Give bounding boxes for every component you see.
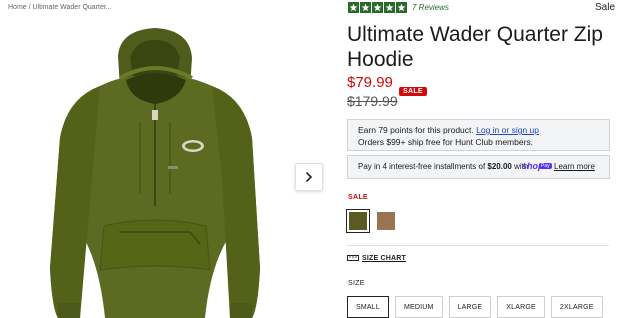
sale-badge: SALE bbox=[399, 87, 427, 96]
reviews-link[interactable]: 7 Reviews bbox=[412, 3, 449, 12]
installments-prefix: Pay in 4 interest-free installments of bbox=[358, 162, 488, 171]
swatch-fill-olive bbox=[349, 212, 367, 230]
original-price: $179.99 bbox=[347, 93, 398, 109]
ruler-icon bbox=[347, 255, 359, 261]
product-image bbox=[50, 28, 260, 318]
size-options: SMALL MEDIUM LARGE XLARGE 2XLARGE bbox=[347, 296, 603, 318]
size-label: SIZE bbox=[348, 280, 365, 287]
divider bbox=[347, 245, 609, 246]
chevron-right-icon bbox=[306, 172, 313, 182]
size-option-xlarge[interactable]: XLARGE bbox=[497, 296, 545, 318]
installments-amount: $20.00 bbox=[487, 162, 512, 171]
size-option-2xlarge[interactable]: 2XLARGE bbox=[550, 296, 603, 318]
carousel-next-button[interactable] bbox=[295, 163, 323, 191]
size-option-small[interactable]: SMALL bbox=[347, 296, 389, 318]
star-icon bbox=[396, 2, 407, 13]
color-label: SALE bbox=[348, 194, 368, 201]
product-title: Ultimate Wader Quarter Zip Hoodie bbox=[347, 23, 603, 71]
login-signup-link[interactable]: Log in or sign up bbox=[476, 125, 539, 135]
size-option-large[interactable]: LARGE bbox=[448, 296, 492, 318]
color-swatch-olive[interactable] bbox=[346, 209, 370, 233]
sale-indicator: Sale bbox=[595, 2, 616, 13]
breadcrumb: Home / Ultimate Wader Quarter... bbox=[8, 4, 112, 11]
color-swatch-tan[interactable] bbox=[374, 209, 398, 233]
breadcrumb-separator: / bbox=[28, 4, 31, 11]
size-chart-label: SIZE CHART bbox=[362, 254, 406, 262]
swatch-fill-tan bbox=[377, 212, 395, 230]
star-icon bbox=[360, 2, 371, 13]
learn-more-link[interactable]: Learn more bbox=[554, 162, 595, 171]
breadcrumb-home[interactable]: Home bbox=[8, 4, 27, 11]
star-icon bbox=[348, 2, 359, 13]
rewards-points-text: Earn 79 points for this product. bbox=[358, 125, 477, 135]
star-icon bbox=[384, 2, 395, 13]
size-option-medium[interactable]: MEDIUM bbox=[394, 296, 443, 318]
shop-pay-badge: Pay bbox=[539, 163, 552, 169]
rewards-points-line: Earn 79 points for this product. Log in … bbox=[358, 125, 539, 135]
rating-stars[interactable] bbox=[348, 2, 407, 13]
installments-text: Pay in 4 interest-free installments of $… bbox=[358, 162, 528, 171]
size-chart-link[interactable]: SIZE CHART bbox=[347, 254, 406, 262]
star-icon bbox=[372, 2, 383, 13]
free-shipping-text: Orders $99+ ship free for Hunt Club memb… bbox=[358, 137, 534, 147]
rewards-box: Earn 79 points for this product. Log in … bbox=[347, 119, 610, 151]
breadcrumb-current: Ultimate Wader Quarter... bbox=[32, 4, 112, 11]
sale-price: $79.99 bbox=[347, 74, 393, 91]
installments-box: Pay in 4 interest-free installments of $… bbox=[347, 155, 610, 179]
